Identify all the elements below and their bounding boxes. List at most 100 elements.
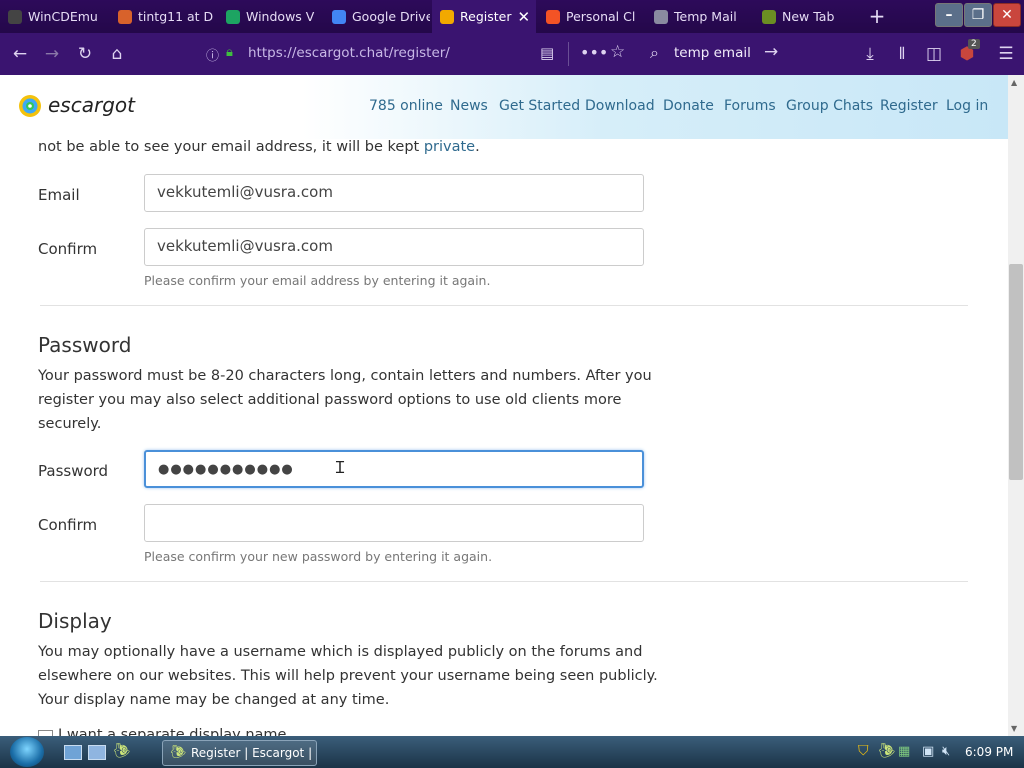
show-desktop-icon[interactable]	[64, 745, 82, 760]
tab-favicon-icon	[546, 9, 560, 24]
menu-icon[interactable]: ☰	[994, 42, 1018, 66]
tab-favicon-icon	[762, 9, 776, 24]
taskbar-clock[interactable]: 6:09 PM	[965, 745, 1013, 759]
divider	[40, 305, 968, 306]
url-bar[interactable]: ⓘ 🔒︎ https://escargot.chat/register/ ▤ •…	[200, 38, 634, 70]
browser-tab[interactable]: tintg11 at D	[110, 0, 216, 33]
divider	[40, 581, 968, 582]
tab-label: WinCDEmu	[28, 9, 98, 24]
close-tab-icon[interactable]: ✕	[517, 8, 530, 26]
url-text[interactable]: https://escargot.chat/register/	[248, 45, 450, 61]
close-window-button[interactable]: ✕	[993, 3, 1021, 27]
reader-view-icon[interactable]: ▤	[540, 44, 554, 62]
browser-tab[interactable]: New Tab	[754, 0, 860, 33]
display-desc-line-1: You may optionally have a username which…	[38, 644, 643, 660]
tab-label: Temp Mail	[674, 9, 737, 24]
back-icon[interactable]: ←	[8, 42, 32, 66]
display-desc-line-3: Your display name may be changed at any …	[38, 692, 390, 708]
tab-label: tintg11 at D	[138, 9, 214, 24]
password-field[interactable]: ●●●●●●●●●●●	[144, 450, 644, 488]
forward-icon[interactable]: →	[40, 42, 64, 66]
escargot-logo-icon[interactable]	[18, 94, 42, 118]
site-logo-text[interactable]: escargot	[48, 93, 135, 117]
tab-label: Google Drive - V	[352, 9, 430, 24]
tab-favicon-icon	[226, 9, 240, 24]
browser-tab[interactable]: Windows V	[218, 0, 322, 33]
privacy-text: not be able to see your email address, i…	[38, 139, 420, 155]
nav-link[interactable]: Get Started	[499, 98, 580, 114]
tab-favicon-icon	[118, 9, 132, 24]
password-label: Password	[38, 462, 109, 480]
library-icon[interactable]: 𝍪	[890, 42, 914, 66]
nav-link[interactable]: Forums	[724, 98, 776, 114]
email-privacy-note: not be able to see your email address, i…	[38, 139, 480, 159]
nav-link[interactable]: Download	[585, 98, 655, 114]
nav-link[interactable]: Donate	[663, 98, 714, 114]
bookmark-star-icon[interactable]: ☆	[610, 42, 625, 62]
tab-label: New Tab	[782, 9, 835, 24]
scroll-down-icon[interactable]: ▼	[1011, 724, 1017, 733]
confirm-password-label: Confirm	[38, 516, 98, 534]
browser-tab[interactable]: Register ✕	[432, 0, 536, 33]
divider	[568, 42, 569, 66]
lock-icon: 🔒︎	[226, 45, 233, 60]
email-field[interactable]: vekkutemli@vusra.com	[144, 174, 644, 212]
tab-favicon-icon	[8, 9, 22, 24]
confirm-email-label: Confirm	[38, 240, 98, 258]
nav-link[interactable]: Group Chats	[786, 98, 873, 114]
sidebar-icon[interactable]: ◫	[922, 42, 946, 66]
search-input[interactable]: temp email	[674, 45, 751, 61]
browser-tab[interactable]: Google Drive - V	[324, 0, 430, 33]
tab-label: Windows V	[246, 9, 315, 24]
home-icon[interactable]: ⌂	[105, 42, 129, 66]
page-actions-icon[interactable]: •••	[580, 43, 608, 62]
site-header: escargot 785 online News Get Started Downlo…	[0, 75, 1008, 139]
reload-icon[interactable]: ↻	[73, 42, 97, 66]
confirm-email-help: Please confirm your email address by ent…	[144, 273, 491, 288]
search-icon: ⌕	[650, 43, 659, 62]
search-box[interactable]: ⌕ temp email →	[640, 38, 796, 70]
volume-muted-icon[interactable]: 🔇︎	[942, 744, 950, 759]
confirm-password-field[interactable]	[144, 504, 644, 542]
tab-label: Personal Cl	[566, 9, 636, 24]
snail-tray-icon[interactable]: 🐌︎	[878, 743, 896, 759]
tab-favicon-icon	[654, 9, 668, 24]
snail-quicklaunch-icon[interactable]: 🐌︎	[113, 743, 131, 759]
start-button[interactable]	[10, 737, 44, 767]
email-label: Email	[38, 186, 80, 204]
scroll-up-icon[interactable]: ▲	[1011, 78, 1017, 87]
windows-taskbar	[0, 736, 1024, 768]
nav-link[interactable]: News	[450, 98, 488, 114]
display-tray-icon[interactable]: ▣	[922, 744, 934, 759]
new-tab-button[interactable]: +	[866, 4, 888, 28]
browser-tab[interactable]: WinCDEmu	[0, 0, 108, 33]
browser-tab[interactable]: Temp Mail	[646, 0, 752, 33]
nav-link[interactable]: Register	[880, 98, 938, 114]
text-cursor-icon: Ｉ	[332, 458, 349, 477]
info-icon[interactable]: ⓘ	[206, 45, 219, 64]
nav-link[interactable]: Log in	[946, 98, 988, 114]
password-heading: Password	[38, 333, 132, 357]
confirm-email-field[interactable]: vekkutemli@vusra.com	[144, 228, 644, 266]
network-tray-icon[interactable]: ▦	[898, 744, 910, 759]
display-desc-line-2: elsewhere on our websites. This will hel…	[38, 668, 658, 684]
tab-favicon-icon	[332, 9, 346, 24]
downloads-icon[interactable]: ⤓	[858, 42, 882, 66]
maximize-button[interactable]: ❐	[964, 3, 992, 27]
privacy-period: .	[475, 139, 480, 155]
tab-favicon-icon	[440, 9, 454, 24]
password-desc-line-3: securely.	[38, 416, 102, 432]
private-link[interactable]: private	[424, 139, 475, 155]
scrollbar-thumb[interactable]	[1009, 264, 1023, 480]
switch-windows-icon[interactable]	[88, 745, 106, 760]
browser-tab[interactable]: Personal Cl	[538, 0, 644, 33]
addon-badge: 2	[968, 39, 980, 49]
register-form: not be able to see your email address, i…	[0, 139, 1008, 736]
display-name-checkbox-label[interactable]: I want a separate display name	[58, 727, 286, 736]
search-go-icon[interactable]: →	[764, 42, 778, 62]
display-heading: Display	[38, 609, 112, 633]
snail-task-icon: 🐌︎	[170, 745, 187, 760]
security-tray-icon[interactable]: ⛉	[858, 743, 869, 759]
password-desc-line-1: Your password must be 8-20 characters lo…	[38, 368, 652, 384]
minimize-button[interactable]: –	[935, 3, 963, 27]
